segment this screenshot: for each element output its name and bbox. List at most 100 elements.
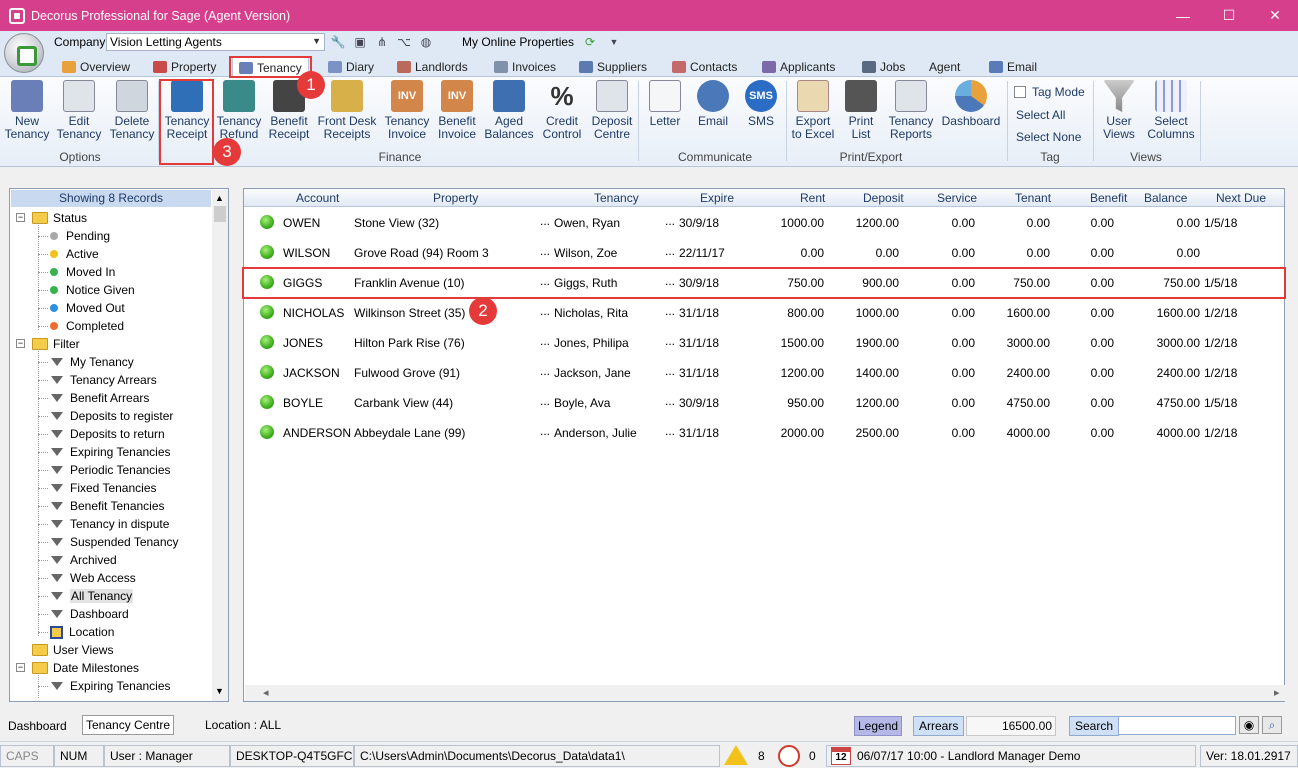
column-header-tenant[interactable]: Tenant [1015, 191, 1051, 205]
select-all-button[interactable]: Select All [1016, 108, 1065, 122]
search-input[interactable] [1118, 716, 1236, 735]
cell-ellipsis-button[interactable]: ... [665, 364, 675, 378]
tenancy-reports-button[interactable]: Tenancy Reports [886, 80, 936, 141]
select-columns-button[interactable]: Select Columns [1146, 80, 1196, 141]
expand-collapse-toggle[interactable]: − [16, 339, 25, 348]
tab-landlords[interactable]: Landlords [397, 57, 468, 77]
tree-item[interactable]: Completed [50, 317, 124, 335]
alarm-clock-icon[interactable] [778, 745, 800, 767]
select-none-button[interactable]: Select None [1016, 130, 1081, 144]
table-row[interactable]: WILSON Grove Road (94) Room 3 Wilson, Zoe 2… [244, 238, 1284, 268]
tab-agent[interactable]: Agent [929, 57, 960, 77]
column-header-deposit[interactable]: Deposit [863, 191, 904, 205]
cell-ellipsis-button[interactable]: ... [540, 214, 550, 228]
tab-invoices[interactable]: Invoices [494, 57, 556, 77]
tree-item[interactable]: Tenancy in dispute [50, 515, 169, 533]
application-orb-button[interactable] [4, 33, 44, 73]
print-list-button[interactable]: Print List [840, 80, 882, 141]
table-row[interactable]: JONES Hilton Park Rise (76) Jones, Philipa… [244, 328, 1284, 358]
image-icon[interactable]: ▣ [352, 34, 368, 50]
tree-item[interactable]: Tenancy Arrears [50, 371, 157, 389]
scroll-right-icon[interactable]: ▸ [1274, 686, 1280, 699]
table-row[interactable]: JACKSON Fulwood Grove (91) Jackson, Jane 31… [244, 358, 1284, 388]
cell-ellipsis-button[interactable]: ... [665, 244, 675, 258]
table-row[interactable]: ANDERSON Abbeydale Lane (99) Anderson, Jul… [244, 418, 1284, 448]
tree-item[interactable]: Moved In [50, 263, 115, 281]
tab-email[interactable]: Email [989, 57, 1037, 77]
tree-item[interactable]: Active [50, 245, 99, 263]
cell-ellipsis-button[interactable]: ... [540, 394, 550, 408]
tag-mode-checkbox[interactable]: Tag Mode [1014, 85, 1085, 99]
tab-property[interactable]: Property [153, 57, 216, 77]
tree-item[interactable]: Periodic Tenancies [50, 461, 171, 479]
company-select[interactable]: Vision Letting Agents ▼ [106, 33, 325, 51]
cell-ellipsis-button[interactable]: ... [540, 424, 550, 438]
tenancy-invoice-button[interactable]: INV Tenancy Invoice [384, 80, 430, 141]
legend-button[interactable]: Legend [854, 716, 903, 736]
column-header-next-due[interactable]: Next Due [1216, 191, 1266, 205]
user-views-button[interactable]: User Views [1098, 80, 1140, 141]
cell-ellipsis-button[interactable]: ... [665, 304, 675, 318]
tree-item[interactable]: Within Notice Period [50, 695, 179, 699]
cell-ellipsis-button[interactable]: ... [540, 304, 550, 318]
globe-icon[interactable]: ◍ [418, 34, 434, 50]
tree-item[interactable]: Deposits to return [50, 425, 165, 443]
new-tenancy-button[interactable]: New Tenancy [5, 80, 49, 141]
tree-item[interactable]: Expiring Tenancies [50, 677, 171, 695]
table-row[interactable]: OWEN Stone View (32) Owen, Ryan 30/9/18 1000… [244, 208, 1284, 238]
column-header-balance[interactable]: Balance [1144, 191, 1187, 205]
tree-item[interactable]: Benefit Tenancies [50, 497, 165, 515]
tree-item[interactable]: Suspended Tenancy [50, 533, 179, 551]
export-to-excel-button[interactable]: Export to Excel [790, 80, 836, 141]
expand-collapse-toggle[interactable]: − [16, 213, 25, 222]
tab-diary[interactable]: Diary [328, 57, 374, 77]
tree-group-filter[interactable]: Filter [32, 335, 80, 353]
tab-overview[interactable]: Overview [62, 57, 130, 77]
tree-item[interactable]: Expiring Tenancies [50, 443, 171, 461]
close-button[interactable]: ✕ [1252, 0, 1298, 31]
scroll-up-icon[interactable]: ▲ [215, 193, 224, 203]
network-icon[interactable]: ⋔ [374, 34, 390, 50]
edit-tenancy-button[interactable]: Edit Tenancy [57, 80, 101, 141]
tree-group-user-views[interactable]: User Views [32, 641, 113, 659]
cell-ellipsis-button[interactable]: ... [665, 424, 675, 438]
sitemap-icon[interactable]: ⌥ [396, 34, 412, 50]
tab-tenancy-centre[interactable]: Tenancy Centre [82, 715, 175, 735]
grid-horizontal-scrollbar[interactable]: ◂ ▸ [245, 685, 1285, 701]
cell-ellipsis-button[interactable]: ... [540, 364, 550, 378]
cell-ellipsis-button[interactable]: ... [665, 394, 675, 408]
column-header-rent[interactable]: Rent [800, 191, 825, 205]
warning-icon[interactable] [724, 745, 748, 765]
tree-item[interactable]: Location [50, 623, 114, 641]
tree-item[interactable]: Deposits to register [50, 407, 173, 425]
tab-dashboard-bottom[interactable]: Dashboard [8, 719, 67, 733]
tab-contacts[interactable]: Contacts [672, 57, 737, 77]
letter-button[interactable]: Letter [644, 80, 686, 128]
column-header-account[interactable]: Account [296, 191, 339, 205]
front-desk-receipts-button[interactable]: Front Desk Receipts [316, 80, 378, 141]
tree-group-status[interactable]: Status [32, 209, 87, 227]
minimize-button[interactable]: — [1160, 0, 1206, 31]
eye-icon[interactable]: ◉ [1239, 716, 1259, 734]
my-online-properties-link[interactable]: My Online Properties [462, 35, 574, 49]
cell-ellipsis-button[interactable]: ... [540, 334, 550, 348]
table-row[interactable]: BOYLE Carbank View (44) Boyle, Ava 30/9/18 9… [244, 388, 1284, 418]
tenancy-refund-button[interactable]: Tenancy Refund [215, 80, 263, 141]
scroll-left-icon[interactable]: ◂ [263, 686, 269, 699]
cell-ellipsis-button[interactable]: ... [665, 214, 675, 228]
expand-collapse-toggle[interactable]: − [16, 663, 25, 672]
delete-tenancy-button[interactable]: Delete Tenancy [109, 80, 155, 141]
cell-ellipsis-button[interactable]: ... [540, 244, 550, 258]
column-header-service[interactable]: Service [937, 191, 977, 205]
customize-qat-icon[interactable]: ▼ [606, 34, 622, 50]
cell-ellipsis-button[interactable]: ... [665, 334, 675, 348]
dashboard-button[interactable]: Dashboard [940, 80, 1002, 128]
column-header-benefit[interactable]: Benefit [1090, 191, 1127, 205]
column-header-property[interactable]: Property [433, 191, 478, 205]
column-header-expire[interactable]: Expire [700, 191, 734, 205]
sync-icon[interactable]: ⟳ [582, 34, 598, 50]
tree-item[interactable]: Archived [50, 551, 117, 569]
tree-item[interactable]: Pending [50, 227, 110, 245]
table-row[interactable]: NICHOLAS Wilkinson Street (35) Nicholas, R… [244, 298, 1284, 328]
tree-item[interactable]: Notice Given [50, 281, 135, 299]
